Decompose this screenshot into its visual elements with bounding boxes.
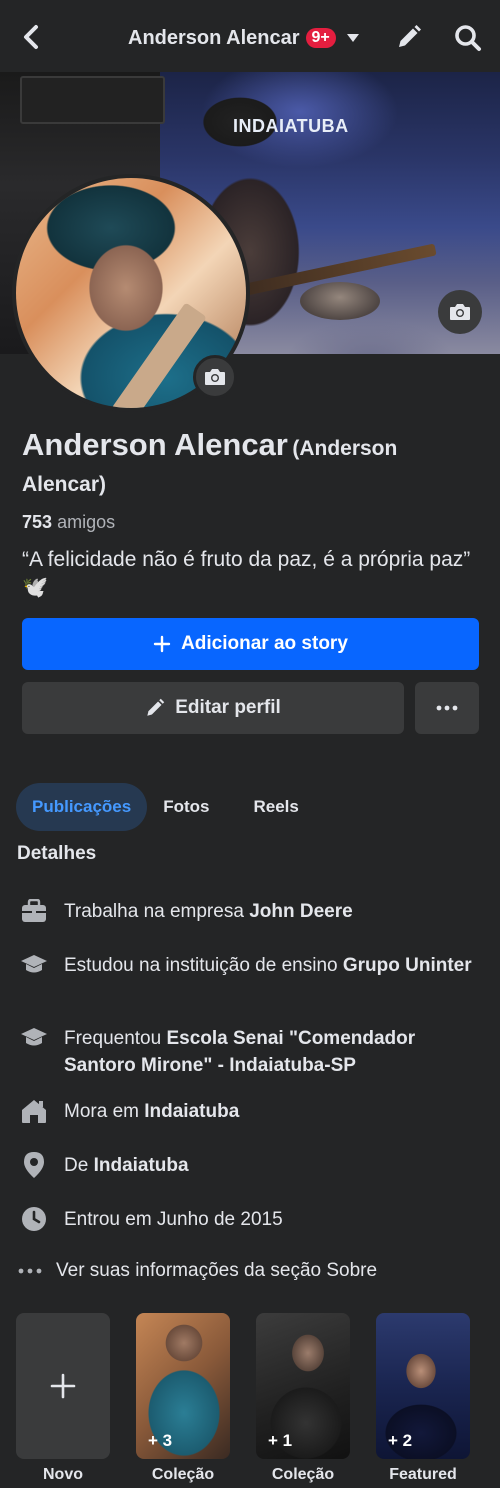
featured-collection-1-label: Coleção [151,1466,215,1483]
friends-count-number: 753 [22,512,53,532]
page-title: Anderson Alencar [128,26,300,49]
profile-name: Anderson Alencar (Anderson Alencar) [22,428,482,504]
search-icon [455,25,481,51]
amplifier-head-graphic [20,76,165,124]
cover-camera-button[interactable] [438,290,482,334]
detail-from-prefix: De [64,1155,94,1176]
tab-fotos[interactable]: Fotos [147,783,225,831]
detail-lives-in-prefix: Mora em [64,1101,145,1122]
featured-collection-3-count: + 2 [388,1431,413,1450]
camera-icon [205,369,225,385]
featured-collection-2-count: + 1 [268,1431,293,1450]
add-to-story-button[interactable]: Adicionar ao story [22,618,479,670]
caret-down-icon [346,34,359,42]
graduation-cap-icon [20,951,48,979]
detail-joined-text: Entrou em Junho de 2015 [64,1209,283,1230]
profile-tabs: Publicações Fotos Reels [16,783,315,831]
detail-joined[interactable]: Entrou em Junho de 2015 [20,1206,480,1233]
pencil-icon [147,698,165,716]
more-horizontal-icon [18,1268,42,1274]
tab-publicacoes[interactable]: Publicações [16,783,148,831]
featured-collection-3[interactable]: + 2 [376,1313,470,1459]
detail-lives-in-value: Indaiatuba [144,1101,240,1122]
add-to-story-label: Adicionar ao story [181,633,348,654]
edit-profile-label: Editar perfil [175,697,281,718]
featured-new-button[interactable] [16,1313,110,1459]
detail-lives-in[interactable]: Mora em Indaiatuba [20,1098,480,1125]
search-button[interactable] [452,22,484,54]
chevron-left-icon [24,25,38,49]
featured-collection-3-label: Featured [389,1466,457,1483]
detail-education-1-value: Grupo Uninter [342,955,472,976]
featured-collection-1[interactable]: + 3 [136,1313,230,1459]
detail-education-2-prefix: Frequentou [64,1028,167,1049]
details-heading: Detalhes [17,843,97,864]
pencil-icon [399,25,421,47]
more-horizontal-icon [436,705,458,711]
home-icon [20,1097,48,1125]
friends-count-label: amigos [57,512,116,532]
edit-profile-button[interactable]: Editar perfil [22,682,404,734]
featured-collection-1-count: + 3 [148,1431,173,1450]
more-options-button[interactable] [415,682,479,734]
top-bar: Anderson Alencar 9+ [0,0,500,72]
plus-icon [153,635,171,653]
clock-icon [20,1205,48,1233]
plus-icon [50,1373,76,1399]
detail-education-2[interactable]: Frequentou Escola Senai "Comendador Sant… [20,1025,480,1079]
detail-from[interactable]: De Indaiatuba [20,1152,480,1179]
briefcase-icon [20,897,48,925]
graduation-cap-icon [20,1024,48,1052]
profile-switcher[interactable]: Anderson Alencar 9+ [128,24,360,52]
see-about-label: Ver suas informações da seção Sobre [56,1260,378,1281]
guitar-strap-graphic [111,302,207,408]
detail-from-value: Indaiatuba [93,1155,189,1176]
profile-bio: “A felicidade não é fruto da paz, é a pr… [22,548,471,599]
detail-education-1-prefix: Estudou na instituição de ensino [64,955,343,976]
stage-sign-text: INDAIATUBA [233,116,349,136]
featured-new-label: Novo [43,1466,83,1483]
profile-picture-camera-button[interactable] [193,355,237,399]
friends-count[interactable]: 753 amigos [22,512,115,533]
detail-work-prefix: Trabalha na empresa [64,901,250,922]
edit-button[interactable] [394,22,424,52]
back-button[interactable] [16,22,46,52]
featured-collection-2-label: Coleção [271,1466,335,1483]
detail-work[interactable]: Trabalha na empresa John Deere [20,898,480,925]
location-pin-icon [20,1151,48,1179]
profile-name-main: Anderson Alencar [22,427,288,462]
featured-collection-2[interactable]: + 1 [256,1313,350,1459]
detail-education-1[interactable]: Estudou na instituição de ensino Grupo U… [20,952,480,979]
camera-icon [450,304,470,320]
tab-reels[interactable]: Reels [238,783,315,831]
cymbal-graphic [300,282,380,320]
see-about-link[interactable]: Ver suas informações da seção Sobre [18,1260,377,1282]
notification-badge: 9+ [305,28,336,48]
detail-work-value: John Deere [249,901,353,922]
